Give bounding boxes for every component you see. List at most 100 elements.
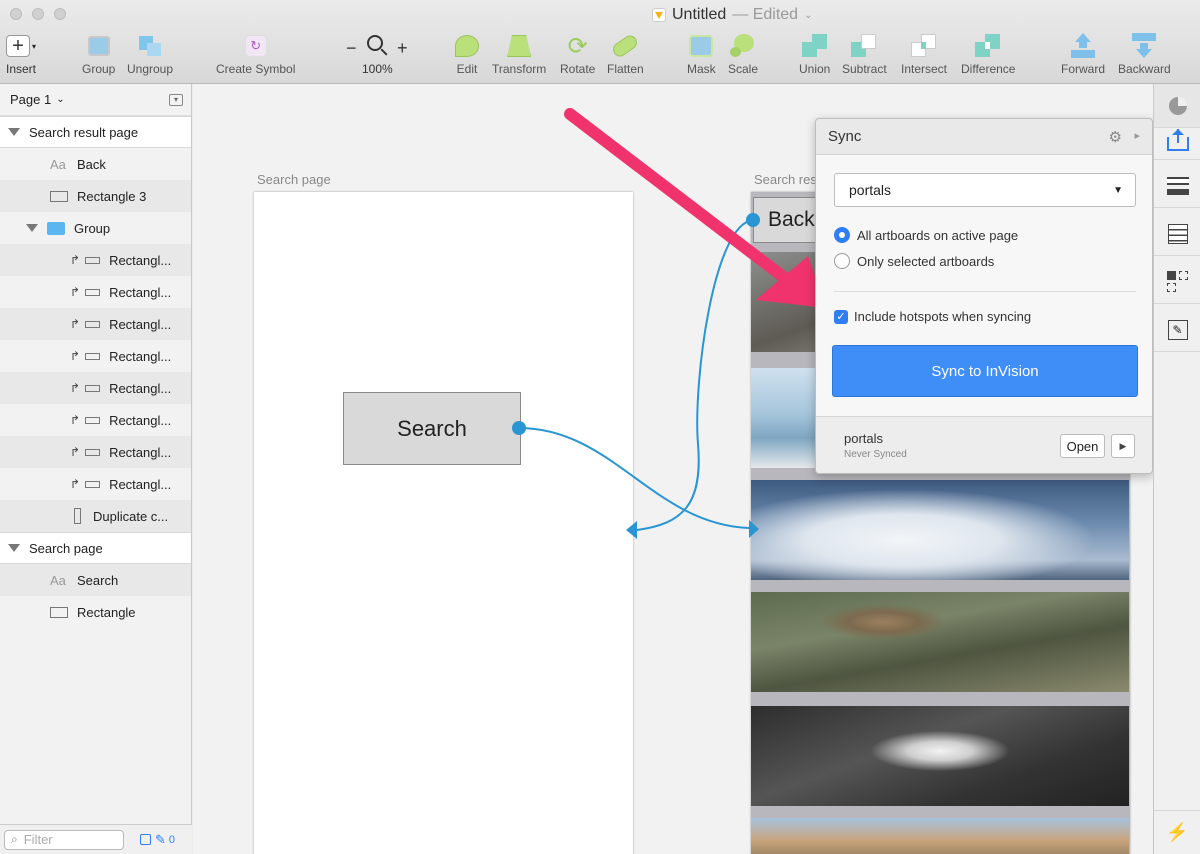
filter-placeholder: Filter	[23, 832, 53, 847]
export-button[interactable]	[1154, 120, 1200, 160]
layer-artboard-search-page[interactable]: Search page	[0, 532, 191, 564]
radio-button-selected[interactable]	[834, 227, 850, 243]
layer-duplicate[interactable]: Duplicate c...	[0, 500, 191, 532]
layer-label: Search page	[29, 540, 103, 556]
search-button[interactable]: Search	[343, 392, 521, 465]
include-hotspots-checkbox[interactable]: ✓ Include hotspots when syncing	[834, 309, 1031, 324]
checkmark-icon[interactable]: ✓	[834, 309, 848, 324]
artboard-label-search-page[interactable]: Search page	[257, 172, 331, 187]
list-button[interactable]	[1154, 212, 1200, 256]
filter-input[interactable]: ⌕ Filter	[4, 829, 124, 850]
flash-button[interactable]: ⚡	[1154, 810, 1200, 854]
layer-label: Back	[77, 156, 106, 172]
photo-sky	[751, 480, 1129, 580]
chevron-right-icon[interactable]: ▸	[1134, 129, 1140, 142]
layer-label: Rectangle 3	[77, 188, 147, 204]
disclosure-triangle-icon[interactable]	[26, 224, 38, 232]
rotate-button[interactable]: ⟳ Rotate	[560, 32, 595, 77]
components-icon	[1166, 270, 1189, 293]
symbols-filter-icon[interactable]	[140, 834, 151, 845]
minimize-window-button[interactable]	[32, 8, 44, 20]
window-title: Untitled — Edited ⌄	[652, 6, 812, 24]
rectangle-layer-icon	[85, 448, 101, 456]
mask-arrow-icon: ↱	[70, 381, 81, 395]
collapse-pages-icon[interactable]: ▾	[169, 94, 183, 106]
mask-arrow-icon: ↱	[70, 477, 81, 491]
page-selector[interactable]: Page 1 ⌄ ▾	[0, 84, 191, 116]
group-button[interactable]: Group	[82, 32, 115, 76]
symbols-button[interactable]	[1154, 260, 1200, 304]
radio-selected-artboards[interactable]: Only selected artboards	[834, 253, 994, 269]
forward-button[interactable]: Forward	[1061, 32, 1105, 76]
layer-artboard-search-result-page[interactable]: Search result page	[0, 116, 191, 148]
create-symbol-button[interactable]: ↻ Create Symbol	[216, 32, 295, 76]
layer-search[interactable]: Aa Search	[0, 564, 191, 596]
layer-group-item[interactable]: ↱ Rectangl...	[0, 436, 191, 468]
scale-label: Scale	[728, 62, 759, 76]
sync-title: Sync	[828, 128, 862, 145]
layer-group-item[interactable]: ↱ Rectangl...	[0, 308, 191, 340]
radio-selected-label: Only selected artboards	[857, 253, 995, 269]
disclosure-triangle-icon[interactable]	[8, 128, 20, 136]
layers-panel: Page 1 ⌄ ▾ Search result page Aa Back Re…	[0, 84, 192, 854]
close-window-button[interactable]	[10, 8, 22, 20]
select-caret-icon: ▼	[1113, 185, 1123, 196]
zoom-control[interactable]: 100%	[362, 32, 393, 76]
edit-button[interactable]: Edit	[455, 32, 479, 76]
transform-button[interactable]: Transform	[492, 32, 546, 76]
mask-button[interactable]: Mask	[687, 32, 716, 76]
list-icon	[1167, 223, 1188, 244]
difference-label: Difference	[961, 62, 1016, 76]
layer-group-item[interactable]: ↱ Rectangl...	[0, 372, 191, 404]
insert-button[interactable]: + ▾ Insert	[6, 32, 36, 76]
union-button[interactable]: Union	[799, 32, 830, 76]
mask-label: Mask	[687, 62, 716, 76]
sync-to-invision-button[interactable]: Sync to InVision	[832, 345, 1138, 397]
flatten-label: Flatten	[607, 62, 644, 76]
footer-project-name: portals	[844, 431, 884, 446]
craft-edit-button[interactable]: ✎	[1154, 308, 1200, 352]
layers-sync-button[interactable]	[1154, 164, 1200, 208]
layer-group[interactable]: Group	[0, 212, 191, 244]
zoom-in-button[interactable]: +	[397, 34, 408, 62]
subtract-button[interactable]: Subtract	[842, 32, 887, 76]
sync-header: Sync ⚙ ▸	[816, 119, 1152, 155]
layer-group-item[interactable]: ↱ Rectangl...	[0, 340, 191, 372]
layer-back[interactable]: Aa Back	[0, 148, 191, 180]
gear-icon[interactable]: ⚙	[1109, 128, 1122, 146]
open-button[interactable]: Open	[1060, 434, 1105, 458]
layer-label: Group	[74, 220, 111, 236]
group-label: Group	[82, 62, 116, 76]
play-button[interactable]: ▶	[1111, 434, 1135, 458]
layer-label: Search result page	[29, 124, 139, 140]
flatten-button[interactable]: Flatten	[607, 32, 644, 76]
layer-group-item[interactable]: ↱ Rectangl...	[0, 468, 191, 500]
ungroup-button[interactable]: Ungroup	[127, 32, 173, 76]
layer-group-item[interactable]: ↱ Rectangl...	[0, 244, 191, 276]
text-layer-icon: Aa	[50, 572, 66, 588]
backward-button[interactable]: Backward	[1118, 32, 1171, 76]
layer-rectangle-3[interactable]: Rectangle 3	[0, 180, 191, 212]
intersect-button[interactable]: Intersect	[901, 32, 947, 76]
edited-filter-icon[interactable]: ✎	[155, 832, 166, 848]
project-select[interactable]: portals ▼	[834, 173, 1136, 207]
layer-group-item[interactable]: ↱ Rectangl...	[0, 404, 191, 436]
chevron-down-icon[interactable]: ⌄	[804, 10, 812, 21]
difference-button[interactable]: Difference	[961, 32, 1015, 76]
zoom-out-button[interactable]: −	[346, 34, 357, 62]
layer-rectangle[interactable]: Rectangle	[0, 596, 191, 628]
radio-button[interactable]	[834, 253, 850, 269]
layer-label: Duplicate c...	[93, 508, 169, 524]
zoom-window-button[interactable]	[54, 8, 66, 20]
edit-label: Edit	[456, 62, 478, 76]
layer-group-item[interactable]: ↱ Rectangl...	[0, 276, 191, 308]
artboard-search-page[interactable]: Search	[254, 192, 633, 854]
disclosure-triangle-icon[interactable]	[8, 544, 20, 552]
transform-label: Transform	[492, 62, 547, 76]
union-label: Union	[799, 62, 831, 76]
artboard-label-search-result-page[interactable]: Search res	[754, 172, 817, 187]
scale-button[interactable]: Scale	[728, 32, 758, 76]
difference-icon	[975, 34, 1001, 58]
radio-all-artboards[interactable]: All artboards on active page	[834, 227, 1018, 243]
mask-arrow-icon: ↱	[70, 413, 81, 427]
